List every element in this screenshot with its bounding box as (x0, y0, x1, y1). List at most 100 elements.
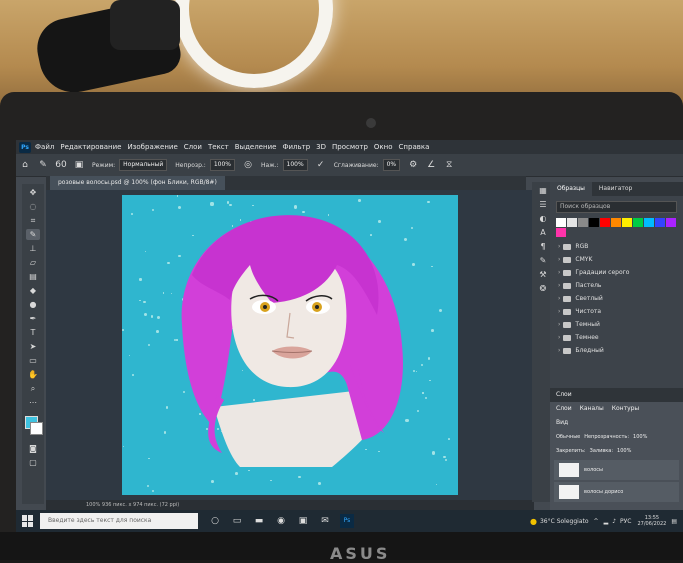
folder-pale[interactable]: › Бледный (550, 344, 683, 357)
tool-presets-icon[interactable]: ⚒ (536, 269, 550, 280)
swatch[interactable] (644, 218, 654, 227)
menu-3d[interactable]: 3D (316, 143, 326, 151)
opacity-field[interactable]: 100% (209, 159, 235, 171)
folder-darker[interactable]: › Темнее (550, 331, 683, 344)
smooth-field[interactable]: 0% (382, 159, 401, 171)
folder-dark[interactable]: › Темный (550, 318, 683, 331)
folder-light[interactable]: › Светлый (550, 292, 683, 305)
adjust-icon[interactable]: ◐ (536, 213, 550, 224)
swatch[interactable] (611, 218, 621, 227)
store-icon[interactable]: ▣ (296, 514, 310, 528)
swatch[interactable] (567, 218, 577, 227)
photoshop-taskbar-icon[interactable]: Ps (340, 514, 354, 528)
tray-chevron-icon[interactable]: ^ (594, 518, 599, 525)
layer-item[interactable]: волосы дорисо (554, 482, 679, 502)
menu-type[interactable]: Текст (208, 143, 229, 151)
notifications-icon[interactable]: ▤ (671, 518, 677, 525)
swatch[interactable] (556, 218, 566, 227)
tab-paths[interactable]: Контуры (612, 402, 639, 416)
clock[interactable]: 13:55 27/06/2022 (638, 515, 667, 527)
more-tools-icon[interactable]: ⋯ (26, 397, 40, 408)
menu-layers[interactable]: Слои (184, 143, 202, 151)
move-tool-icon[interactable]: ✥ (26, 187, 40, 198)
home-icon[interactable]: ⌂ (19, 159, 31, 171)
pen-tool-icon[interactable]: ✒ (26, 313, 40, 324)
dodge-tool-icon[interactable]: ● (26, 299, 40, 310)
menu-window[interactable]: Окно (374, 143, 393, 151)
folder-pastel[interactable]: › Пастель (550, 279, 683, 292)
weather-text[interactable]: 36°C Soleggiato (540, 518, 589, 525)
quick-mask-icon[interactable]: ◙ (26, 443, 40, 454)
gradient-tool-icon[interactable]: ▤ (26, 271, 40, 282)
eraser-tool-icon[interactable]: ▱ (26, 257, 40, 268)
brush-settings-icon[interactable]: ▣ (73, 159, 85, 171)
swatch[interactable] (600, 218, 610, 227)
color-swatches[interactable] (22, 414, 44, 440)
menu-select[interactable]: Выделение (235, 143, 277, 151)
layer-filter-select[interactable]: Вид (550, 416, 683, 430)
angle-icon[interactable]: ∠ (425, 159, 437, 171)
volume-icon[interactable]: ♪ (612, 518, 616, 525)
clone-source-icon[interactable]: ❂ (536, 283, 550, 294)
swatch[interactable] (655, 218, 665, 227)
document-tab[interactable]: розовые волосы.psd @ 100% (фон Блики, RG… (50, 176, 225, 190)
brush-size[interactable]: 60 (55, 159, 67, 171)
brush-preset-icon[interactable]: ✎ (37, 159, 49, 171)
mail-icon[interactable]: ✉ (318, 514, 332, 528)
menu-view[interactable]: Просмотр (332, 143, 368, 151)
cortana-icon[interactable]: ○ (208, 514, 222, 528)
crop-tool-icon[interactable]: ⌗ (26, 215, 40, 226)
chrome-icon[interactable]: ◉ (274, 514, 288, 528)
history-icon[interactable]: ▦ (536, 185, 550, 196)
stamp-tool-icon[interactable]: ⊥ (26, 243, 40, 254)
folder-grayscale[interactable]: › Градации серого (550, 266, 683, 279)
taskbar-search-input[interactable]: Введите здесь текст для поиска (40, 513, 198, 529)
pressure-opacity-icon[interactable]: ◎ (242, 159, 254, 171)
screen-mode-icon[interactable]: ▢ (26, 457, 40, 468)
mode-select[interactable]: Нормальный (119, 159, 168, 171)
blend-mode-select[interactable]: Обычные (556, 430, 580, 444)
swatch[interactable] (556, 228, 566, 237)
tab-channels[interactable]: Каналы (580, 402, 604, 416)
language-indicator[interactable]: РУС (620, 518, 631, 525)
fill-field[interactable]: 100% (617, 444, 631, 458)
type-tool-icon[interactable]: T (26, 327, 40, 338)
folder-rgb[interactable]: › RGB (550, 240, 683, 253)
menu-image[interactable]: Изображение (127, 143, 177, 151)
menu-help[interactable]: Справка (399, 143, 430, 151)
menu-edit[interactable]: Редактирование (60, 143, 121, 151)
menu-file[interactable]: Файл (35, 143, 54, 151)
zoom-tool-icon[interactable]: ⌕ (26, 383, 40, 394)
layer-opacity-field[interactable]: 100% (633, 430, 647, 444)
network-icon[interactable]: ▂ (604, 518, 609, 525)
layer-item[interactable]: волосы (554, 460, 679, 480)
properties-icon[interactable]: ☰ (536, 199, 550, 210)
brush-tool-icon[interactable]: ✎ (26, 229, 40, 240)
background-color[interactable] (30, 422, 43, 435)
press-field[interactable]: 100% (282, 159, 308, 171)
task-view-icon[interactable]: ▭ (230, 514, 244, 528)
blur-tool-icon[interactable]: ◆ (26, 285, 40, 296)
swatch[interactable] (589, 218, 599, 227)
menu-filter[interactable]: Фильтр (282, 143, 310, 151)
hand-tool-icon[interactable]: ✋ (26, 369, 40, 380)
tab-swatches[interactable]: Образцы (550, 182, 592, 196)
drawing-canvas[interactable] (122, 195, 458, 495)
airbrush-icon[interactable]: ✓ (315, 159, 327, 171)
swatch-search-input[interactable]: Поиск образцов (556, 201, 677, 213)
file-explorer-icon[interactable]: ▬ (252, 514, 266, 528)
tab-layers[interactable]: Слои (556, 402, 572, 416)
windows-start-icon[interactable] (22, 515, 34, 527)
gear-icon[interactable]: ⚙ (407, 159, 419, 171)
swatch[interactable] (578, 218, 588, 227)
brushes-icon[interactable]: ✎ (536, 255, 550, 266)
path-select-tool-icon[interactable]: ➤ (26, 341, 40, 352)
folder-cmyk[interactable]: › CMYK (550, 253, 683, 266)
swatch[interactable] (622, 218, 632, 227)
tab-navigator[interactable]: Навигатор (592, 182, 639, 196)
symmetry-icon[interactable]: ⧖ (443, 159, 455, 171)
shape-tool-icon[interactable]: ▭ (26, 355, 40, 366)
character-icon[interactable]: A (536, 227, 550, 238)
folder-pure[interactable]: › Чистота (550, 305, 683, 318)
lasso-tool-icon[interactable]: ◌ (26, 201, 40, 212)
